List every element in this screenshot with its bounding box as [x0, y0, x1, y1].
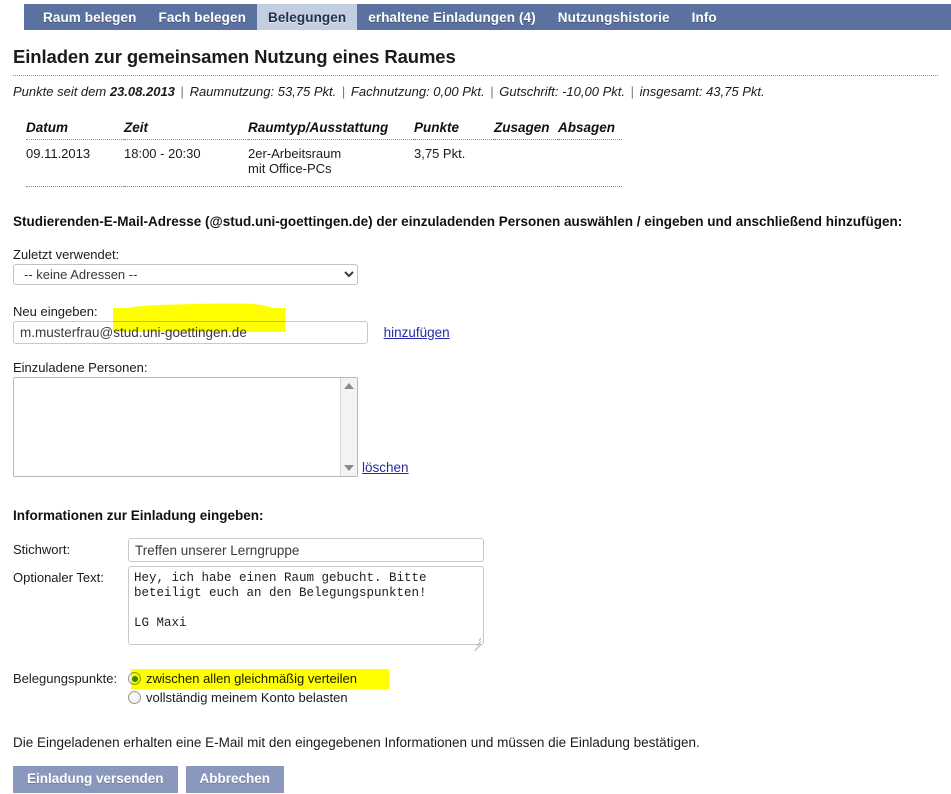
optional-text-label: Optionaler Text:	[13, 570, 104, 585]
points-since-date: 23.08.2013	[109, 84, 175, 99]
page-content: Einladen zur gemeinsamen Nutzung eines R…	[0, 30, 951, 793]
column-header-zeit: Zeit	[124, 120, 248, 140]
radio-konto-label: vollständig meinem Konto belasten	[146, 690, 348, 705]
table-row: 09.11.2013 18:00 - 20:30 2er-Arbeitsraum…	[26, 139, 622, 187]
table-header-row: Datum Zeit Raumtyp/Ausstattung Punkte Zu…	[26, 120, 622, 140]
belegungspunkte-group: Belegungspunkte: zwischen allen gleichmä…	[13, 669, 951, 707]
nav-item-belegungen[interactable]: Belegungen	[256, 4, 358, 30]
stichwort-label: Stichwort:	[13, 542, 71, 557]
add-address-link[interactable]: hinzufügen	[384, 325, 450, 340]
points-separator-4: |	[630, 84, 634, 99]
column-header-zusagen: Zusagen	[494, 120, 558, 140]
belegungspunkte-option-konto[interactable]: vollständig meinem Konto belasten	[128, 688, 357, 707]
stichwort-row: Stichwort:	[13, 538, 951, 562]
scroll-up-arrow-icon[interactable]	[344, 383, 354, 389]
recent-addresses-select[interactable]: -- keine Adressen --	[13, 264, 358, 285]
cell-zeit: 18:00 - 20:30	[124, 139, 248, 187]
invited-people-listbox[interactable]	[13, 377, 358, 477]
cell-datum: 09.11.2013	[26, 139, 124, 187]
nav-item-raum-belegen[interactable]: Raum belegen	[32, 4, 147, 30]
points-summary: Punkte seit dem 23.08.2013 | Raumnutzung…	[13, 84, 951, 99]
send-invitation-button[interactable]: Einladung versenden	[13, 766, 178, 793]
cell-raumtyp-line1: 2er-Arbeitsraum	[248, 146, 342, 161]
radio-konto-icon[interactable]	[128, 691, 141, 704]
invited-people-row: löschen	[0, 377, 951, 477]
info-section-heading: Informationen zur Einladung eingeben:	[13, 508, 264, 523]
cell-raumtyp-line2: mit Office-PCs	[248, 161, 332, 176]
radio-verteilen-label: zwischen allen gleichmäßig verteilen	[146, 671, 357, 686]
new-email-input[interactable]	[13, 321, 368, 344]
points-raumnutzung: Raumnutzung: 53,75 Pkt.	[189, 84, 337, 99]
column-header-punkte: Punkte	[414, 120, 494, 140]
button-bar: Einladung versenden Abbrechen	[13, 766, 951, 793]
delete-invited-link[interactable]: löschen	[362, 460, 409, 475]
belegungspunkte-option-verteilen[interactable]: zwischen allen gleichmäßig verteilen	[128, 669, 357, 688]
new-email-label: Neu eingeben:	[13, 304, 98, 319]
main-navigation: Raum belegen Fach belegen Belegungen erh…	[24, 4, 951, 30]
column-header-absagen: Absagen	[558, 120, 622, 140]
column-header-datum: Datum	[26, 120, 124, 140]
radio-verteilen-icon[interactable]	[128, 672, 141, 685]
invited-people-label: Einzuladene Personen:	[13, 360, 148, 375]
recent-addresses-label: Zuletzt verwendet:	[13, 247, 120, 262]
points-separator-1: |	[180, 84, 184, 99]
cell-raumtyp: 2er-Arbeitsraum mit Office-PCs	[248, 139, 414, 187]
cancel-button[interactable]: Abbrechen	[185, 766, 285, 793]
cell-zusagen	[494, 139, 558, 187]
points-separator-2: |	[341, 84, 346, 99]
belegungspunkte-label: Belegungspunkte:	[13, 671, 118, 686]
nav-item-fach-belegen[interactable]: Fach belegen	[147, 4, 256, 30]
column-header-raumtyp: Raumtyp/Ausstattung	[248, 120, 414, 140]
optional-text-row: Optionaler Text: Hey, ich habe einen Rau…	[13, 566, 951, 652]
cell-absagen	[558, 139, 622, 187]
listbox-scrollbar[interactable]	[340, 378, 357, 476]
scroll-down-arrow-icon[interactable]	[344, 465, 354, 471]
nav-item-info[interactable]: Info	[681, 4, 728, 30]
invite-section-heading: Studierenden-E-Mail-Adresse (@stud.uni-g…	[13, 214, 903, 229]
points-fachnutzung: Fachnutzung: 0,00 Pkt.	[350, 84, 485, 99]
optional-text-area[interactable]: Hey, ich habe einen Raum gebucht. Bitte …	[128, 566, 484, 645]
nav-item-nutzungshistorie[interactable]: Nutzungshistorie	[547, 4, 681, 30]
points-insgesamt: insgesamt: 43,75 Pkt.	[639, 84, 765, 99]
booking-table: Datum Zeit Raumtyp/Ausstattung Punkte Zu…	[26, 120, 622, 187]
points-separator-3: |	[490, 84, 494, 99]
nav-item-erhaltene-einladungen[interactable]: erhaltene Einladungen (4)	[357, 4, 547, 30]
cell-punkte: 3,75 Pkt.	[414, 139, 494, 187]
points-prefix: Punkte seit dem	[13, 84, 107, 99]
page-title: Einladen zur gemeinsamen Nutzung eines R…	[13, 46, 456, 67]
points-gutschrift: Gutschrift: -10,00 Pkt.	[499, 84, 625, 99]
footer-note: Die Eingeladenen erhalten eine E-Mail mi…	[13, 735, 700, 750]
title-divider	[13, 75, 938, 76]
stichwort-input[interactable]	[128, 538, 484, 562]
